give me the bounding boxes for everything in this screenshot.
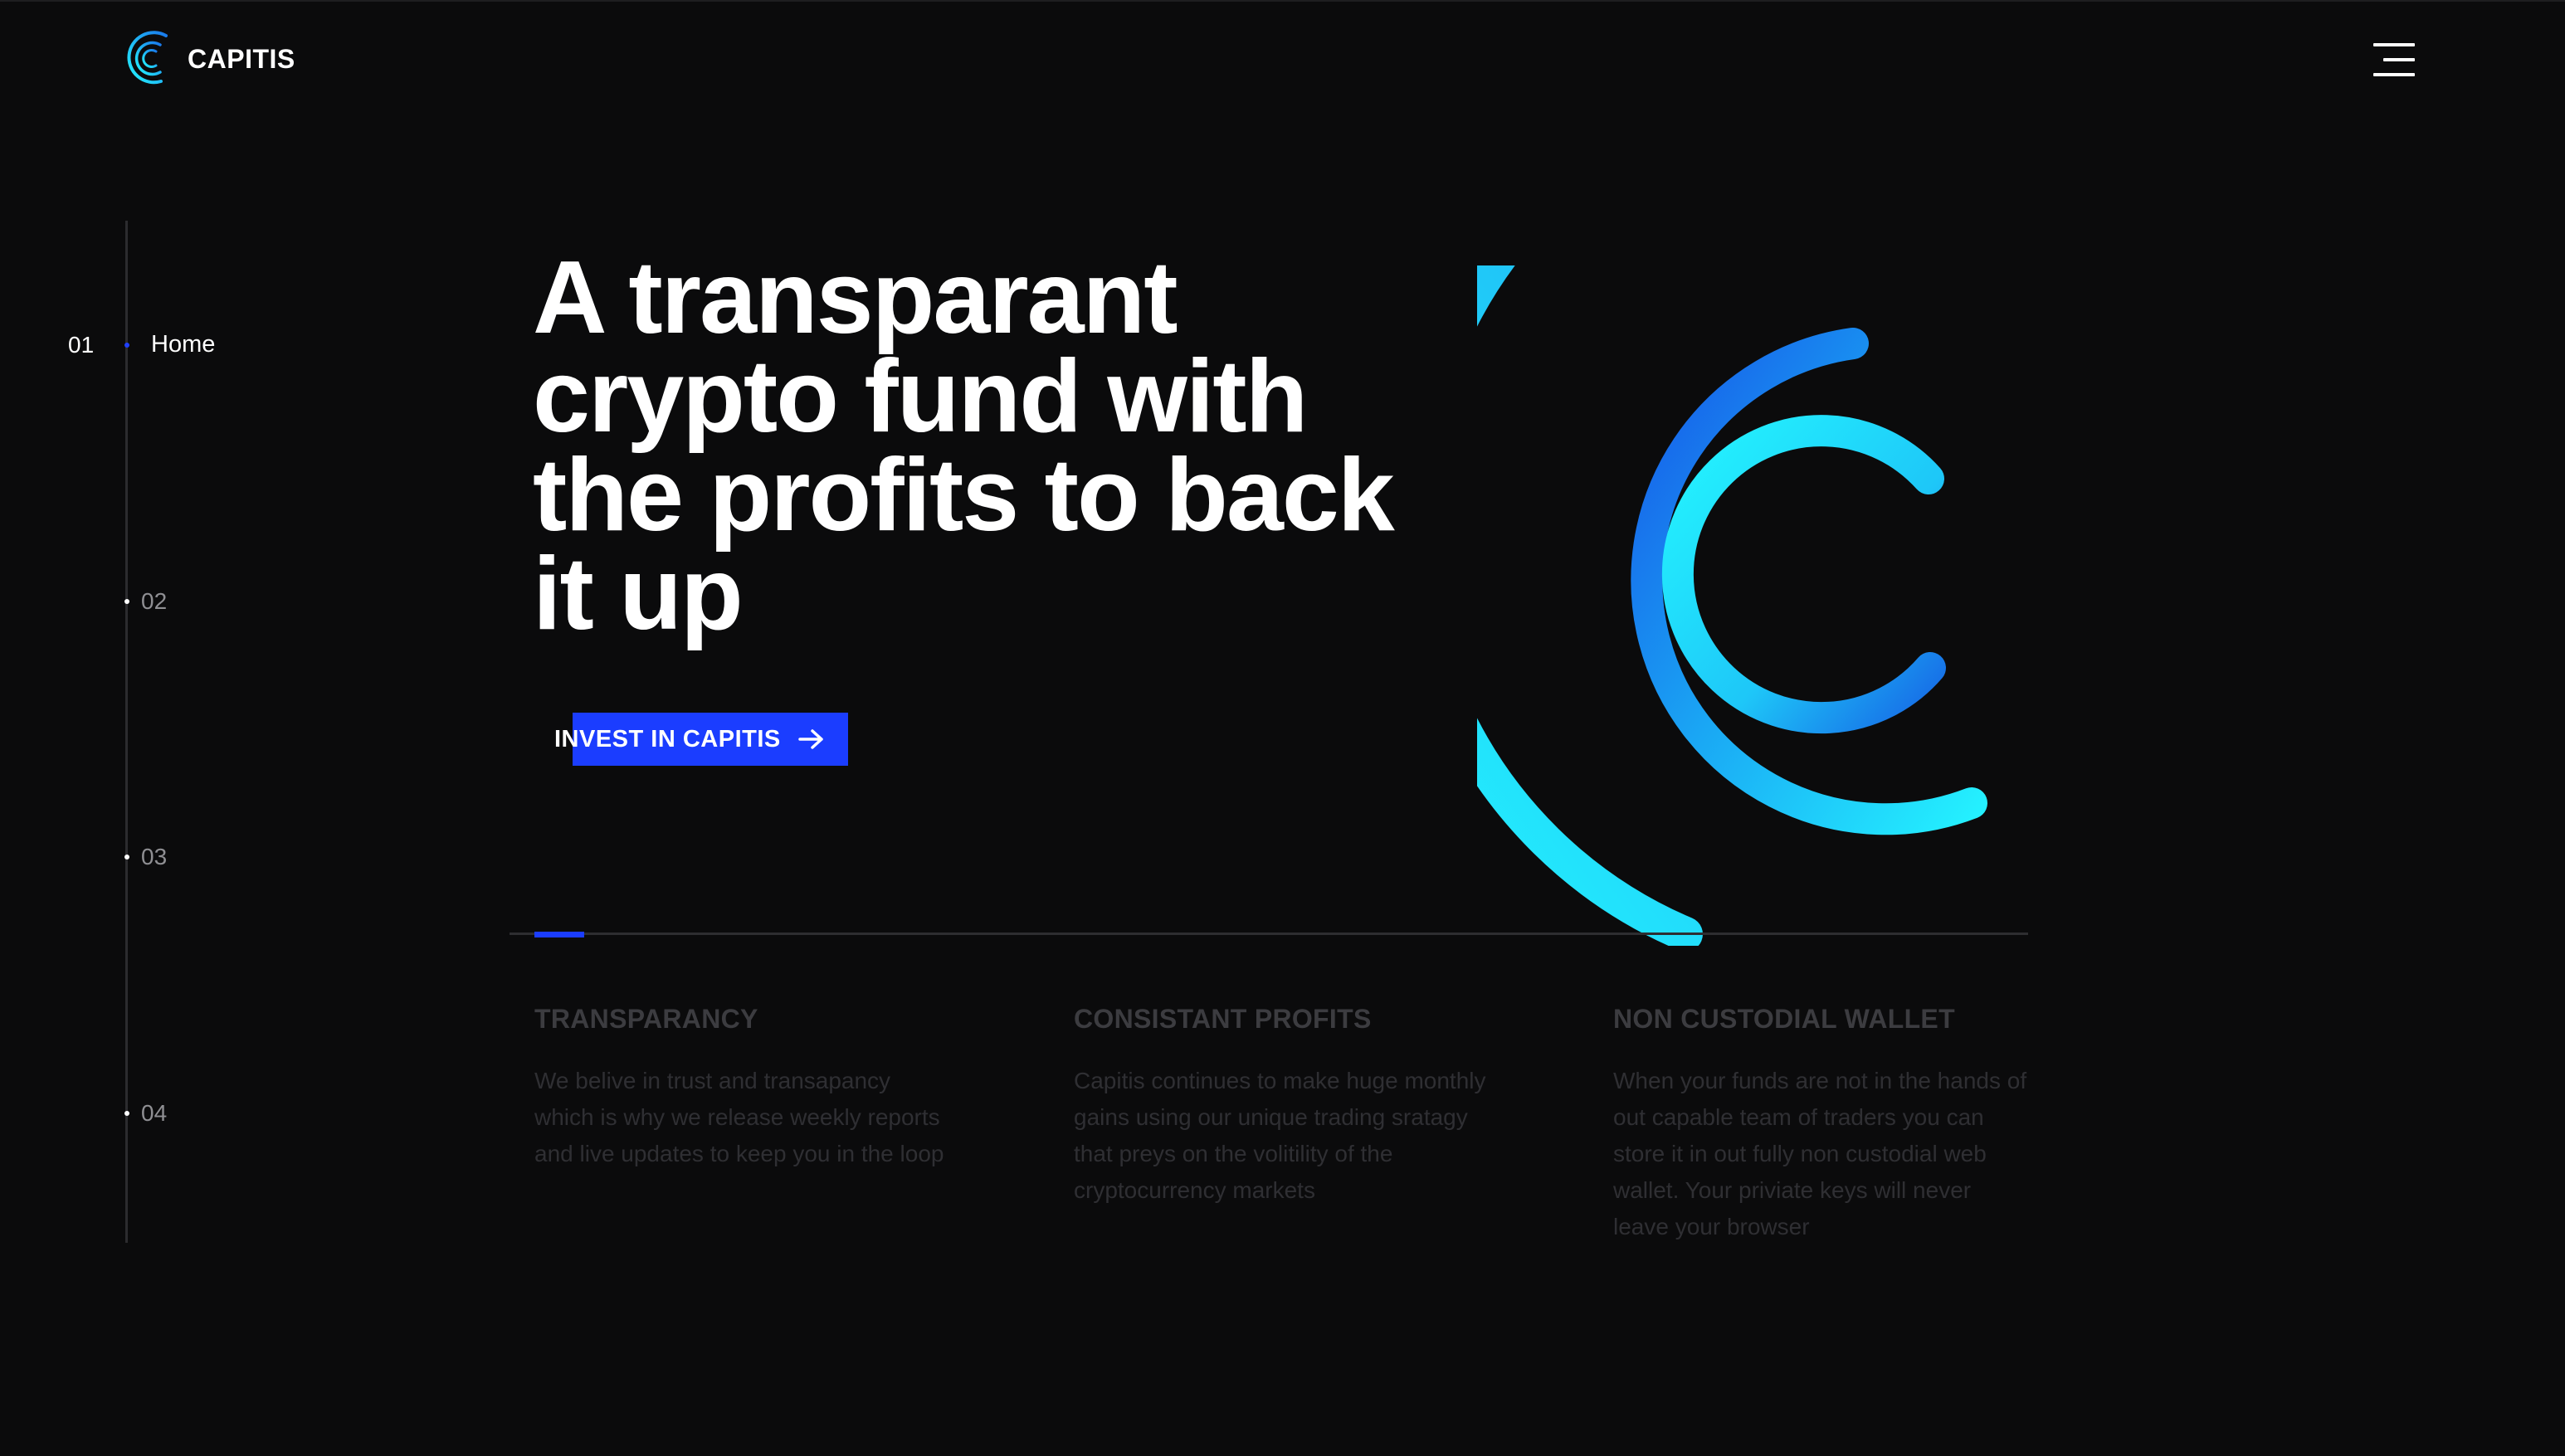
nav-dot-icon xyxy=(124,1111,129,1116)
brand-link[interactable]: CAPITIS xyxy=(121,28,295,90)
page: CAPITIS 01 Home 02 03 04 A transparant c… xyxy=(0,0,2565,1456)
hero-title: A transparant crypto fund with the profi… xyxy=(533,241,1395,651)
feature-body: Capitis continues to make huge monthly g… xyxy=(1074,1068,1486,1203)
side-nav-number: 01 xyxy=(68,332,95,358)
side-nav-rail xyxy=(125,221,128,1243)
feature-non-custodial-wallet: NON CUSTODIAL WALLET When your funds are… xyxy=(1613,1004,2028,1245)
active-dot-icon xyxy=(124,343,129,348)
slide-progress-indicator xyxy=(534,932,584,937)
nav-dot-icon xyxy=(124,599,129,604)
feature-transparency: TRANSPARANCY We belive in trust and tran… xyxy=(534,1004,949,1172)
top-border xyxy=(0,0,2565,2)
brand-name: CAPITIS xyxy=(188,43,295,74)
capitis-logo-icon xyxy=(127,31,168,85)
feature-title: NON CUSTODIAL WALLET xyxy=(1613,1004,1955,1034)
feature-consistent-profits: CONSISTANT PROFITS Capitis continues to … xyxy=(1074,1004,1489,1209)
arrow-right-icon xyxy=(798,729,823,749)
menu-line-bottom xyxy=(2373,73,2415,76)
feature-body: We belive in trust and transapancy which… xyxy=(534,1068,944,1166)
side-nav-number: 02 xyxy=(141,588,168,614)
side-nav-number: 04 xyxy=(141,1100,168,1126)
capitis-large-logo-icon xyxy=(1477,265,1987,946)
menu-line-top xyxy=(2373,43,2415,46)
feature-title: TRANSPARANCY xyxy=(534,1004,758,1034)
invest-button-label: INVEST IN CAPITIS xyxy=(554,725,781,752)
feature-title: CONSISTANT PROFITS xyxy=(1074,1004,1372,1034)
side-nav-number: 03 xyxy=(141,844,168,869)
invest-button[interactable]: INVEST IN CAPITIS xyxy=(554,713,848,766)
nav-dot-icon xyxy=(124,855,129,859)
feature-body: When your funds are not in the hands of … xyxy=(1613,1068,2027,1239)
side-nav-label: Home xyxy=(151,331,216,358)
hamburger-menu-button[interactable] xyxy=(2373,43,2415,76)
menu-line-middle xyxy=(2383,58,2415,61)
section-divider xyxy=(510,933,2028,935)
